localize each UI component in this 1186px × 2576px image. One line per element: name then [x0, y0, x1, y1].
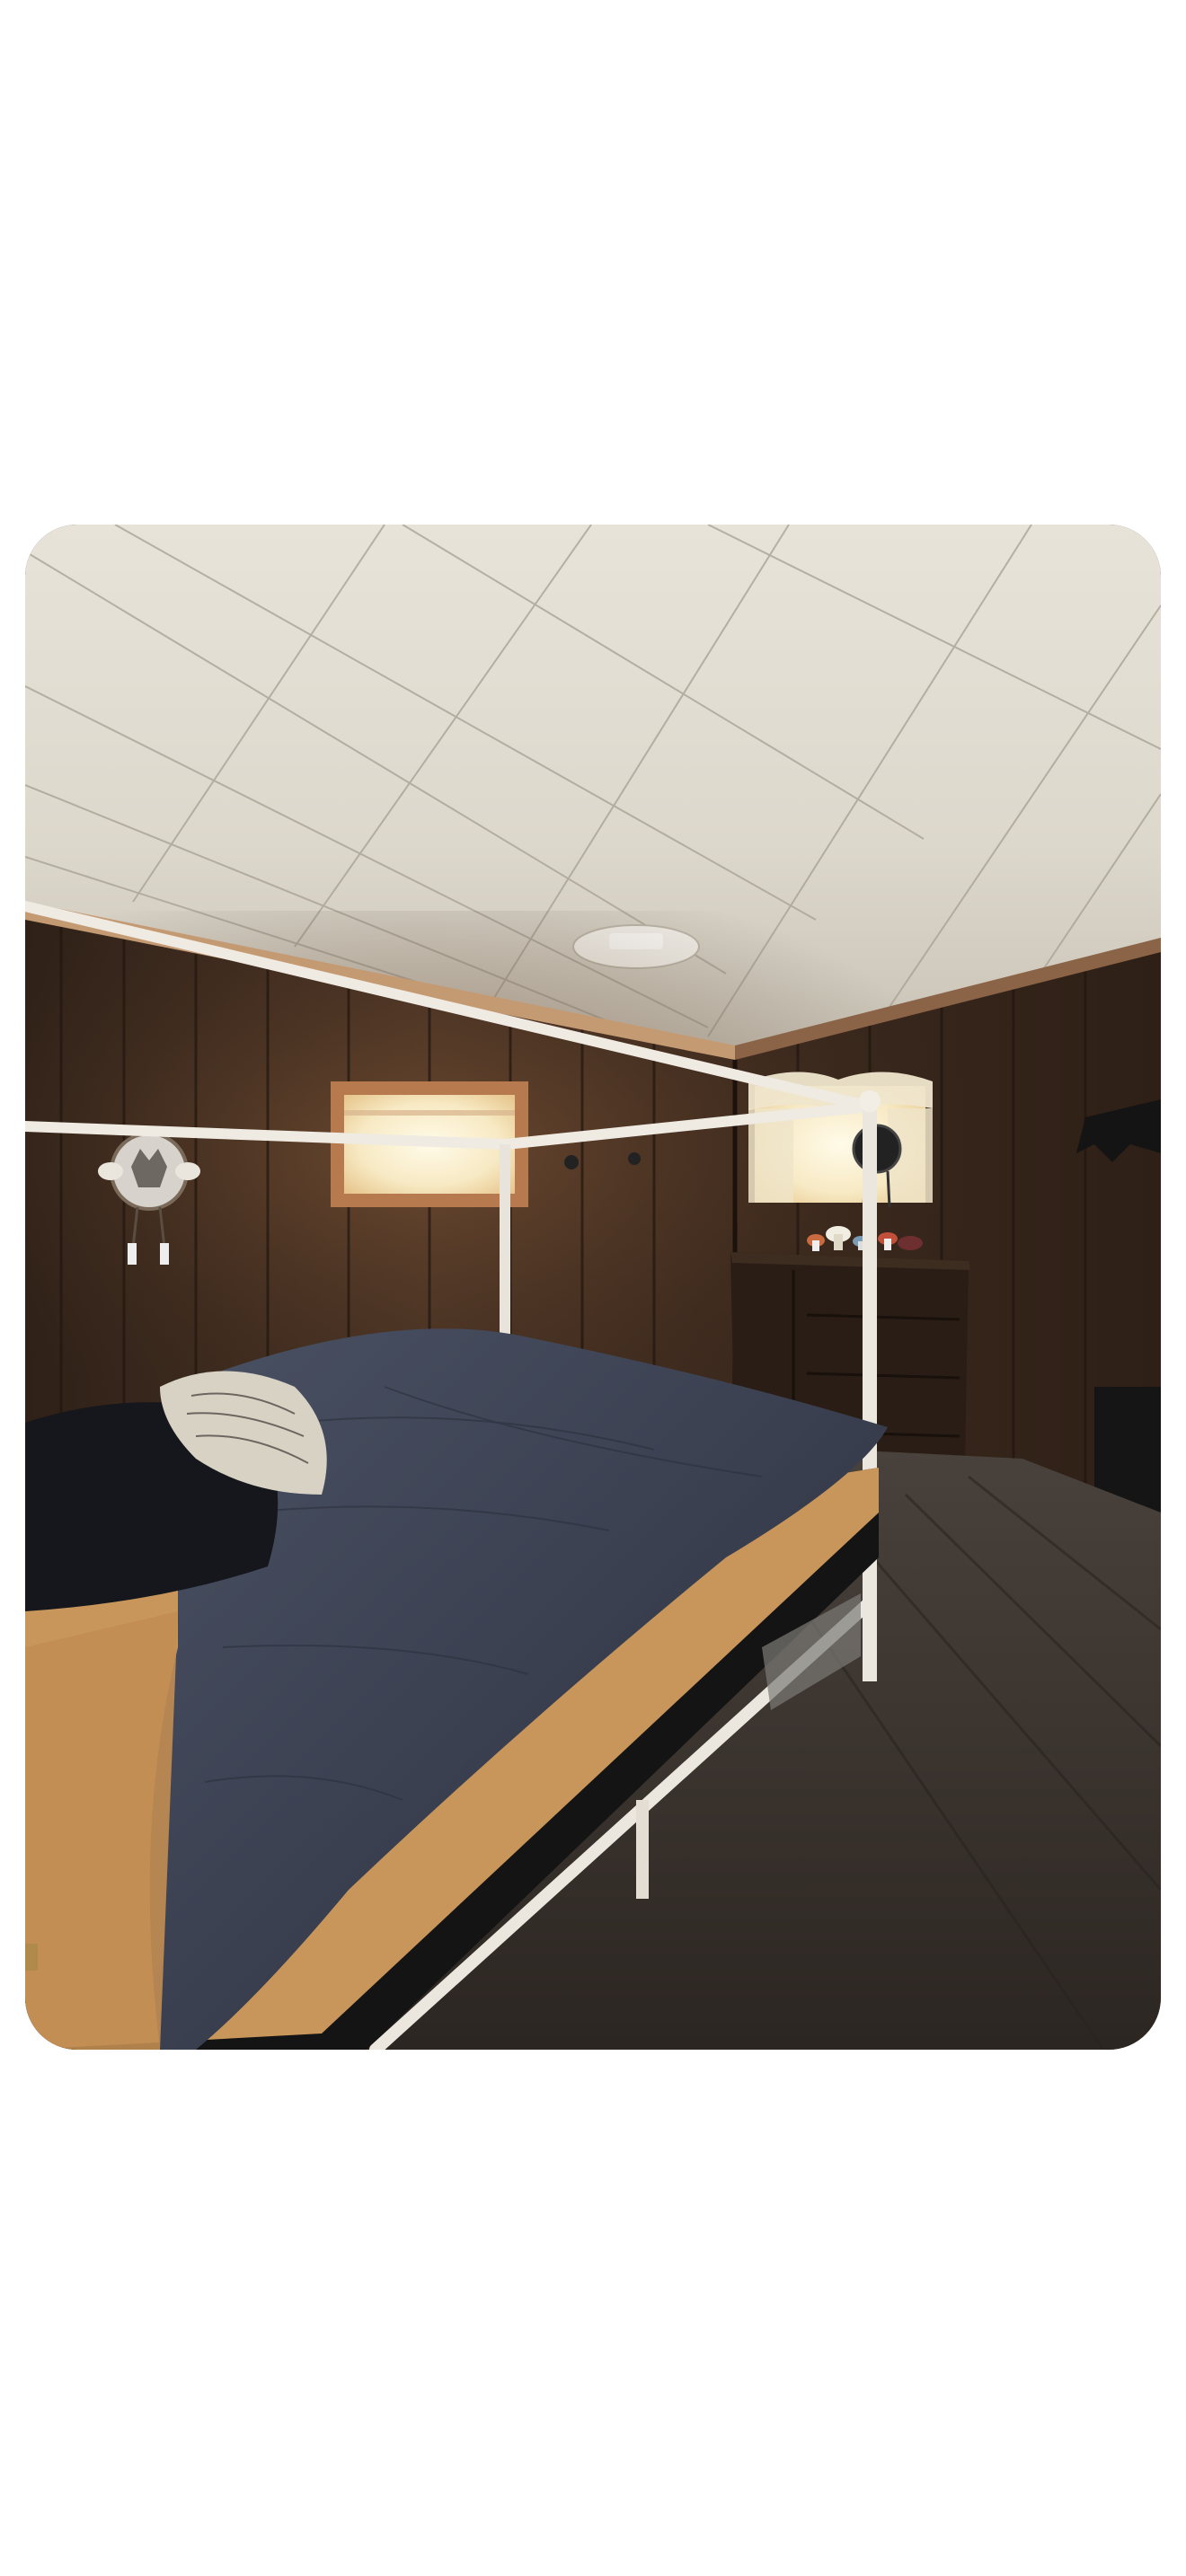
bed-leg [636, 1800, 649, 1899]
bedroom-photo[interactable] [25, 525, 1161, 2050]
left-window-blind [344, 1110, 515, 1116]
bedroom-photo-illustration [25, 525, 1161, 2050]
dreamcatcher-side-feather [98, 1162, 123, 1180]
screen [0, 0, 1186, 2576]
dreamcatcher-feather-2 [886, 1170, 891, 1208]
dreamcatcher-side-feather-2 [175, 1162, 200, 1180]
bed-post-finial [859, 1090, 881, 1112]
mattress-side [25, 1611, 178, 2050]
dreamcatcher-feather-3 [128, 1243, 137, 1265]
dreamcatcher-feather-4 [160, 1243, 169, 1265]
wall-decor-icon [564, 1155, 579, 1169]
bed-corner-bracket [25, 1944, 38, 1971]
canopy-front-post [863, 1107, 877, 1681]
wall-decor-icon-2 [628, 1152, 641, 1165]
